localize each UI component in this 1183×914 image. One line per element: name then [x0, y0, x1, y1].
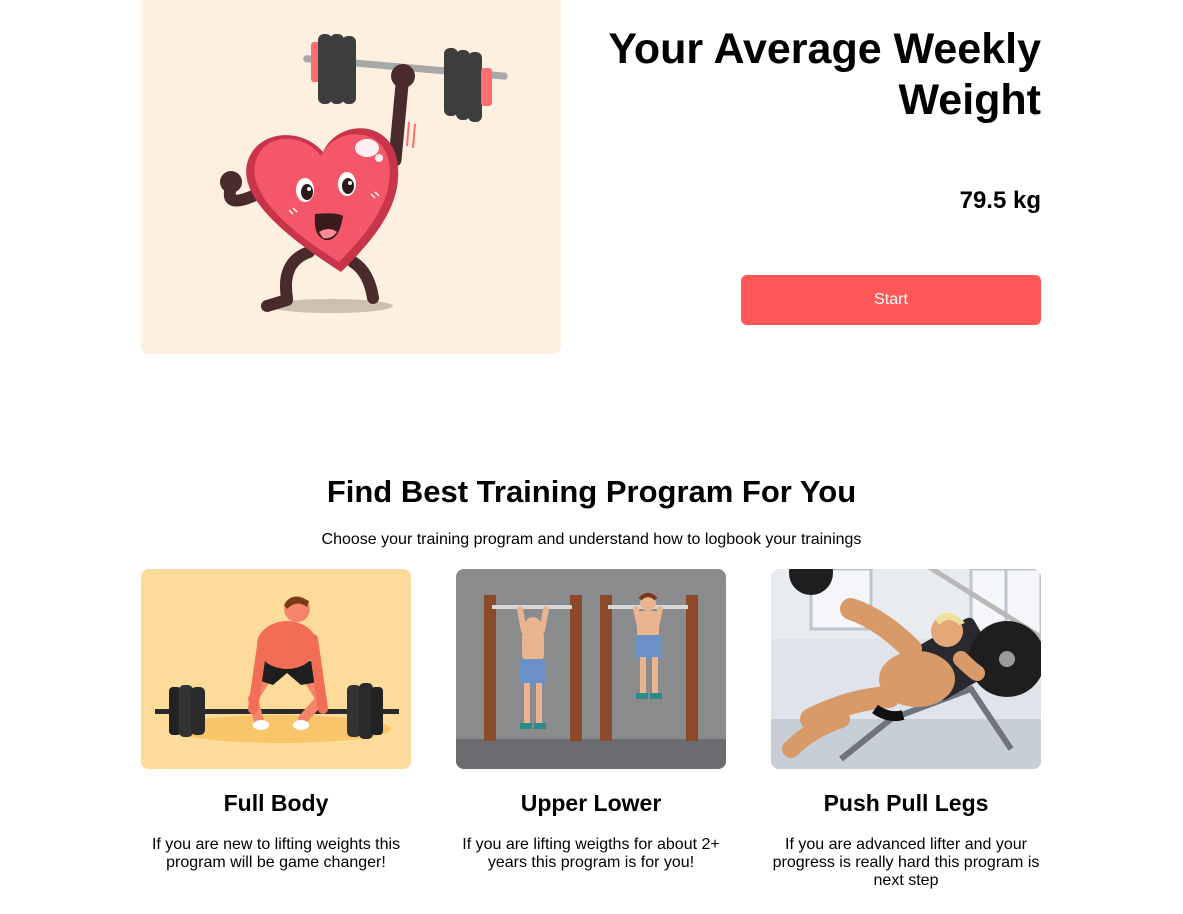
program-card-upper-lower[interactable]: Upper Lower If you are lifting weigths f… [456, 569, 726, 872]
program-card-full-body[interactable]: Full Body If you are new to lifting weig… [141, 569, 411, 872]
section-subtitle: Choose your training program and underst… [321, 531, 862, 548]
start-button[interactable]: Start [741, 275, 1041, 325]
program-title: Full Body [223, 790, 329, 816]
program-description: If you are advanced lifter and your prog… [772, 836, 1040, 889]
deadlift-illustration [141, 569, 411, 769]
bench-press-illustration [771, 569, 1041, 769]
program-title: Push Pull Legs [823, 790, 989, 816]
heart-lifting-barbell-illustration [141, 0, 561, 354]
program-description: If you are lifting weigths for about 2+ … [462, 836, 720, 871]
program-description: If you are new to lifting weights this p… [151, 836, 401, 871]
average-weight-value: 79.5 kg [959, 187, 1041, 214]
program-card-push-pull-legs[interactable]: Push Pull Legs If you are advanced lifte… [771, 569, 1041, 890]
program-title: Upper Lower [520, 790, 662, 816]
hero-title: Your Average Weekly Weight [608, 25, 1041, 124]
page: Your Average Weekly Weight 79.5 kg Start… [0, 0, 1183, 914]
pull-up-illustration [456, 569, 726, 769]
section-title: Find Best Training Program For You [326, 474, 857, 509]
